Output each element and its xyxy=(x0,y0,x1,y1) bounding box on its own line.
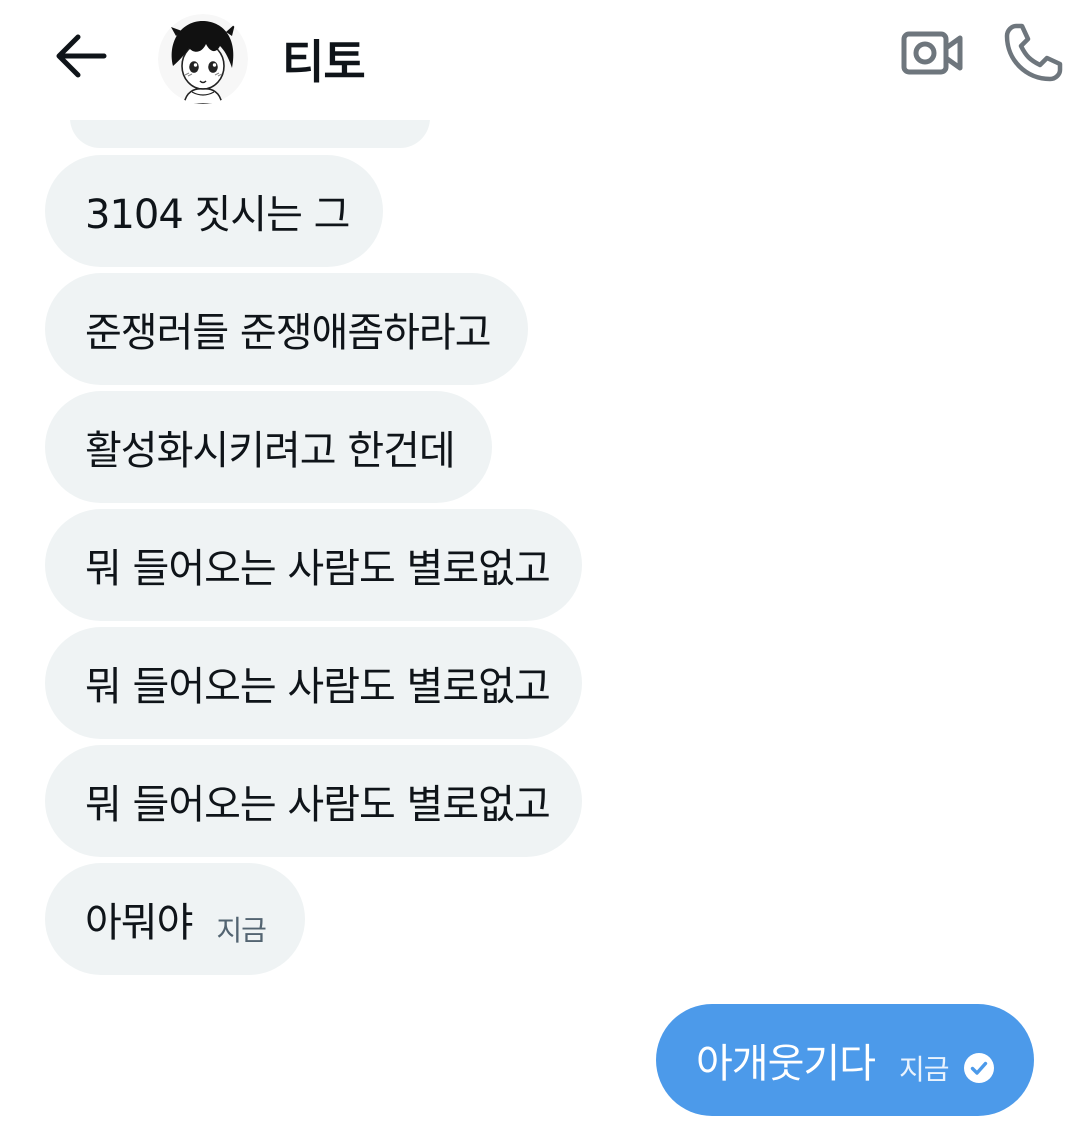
avatar-image xyxy=(158,14,248,104)
message-bubble[interactable]: 뭐 들어오는 사람도 별로없고 xyxy=(45,509,582,621)
contact-name[interactable]: 티토 xyxy=(282,26,366,92)
message-timestamp: 지금 xyxy=(899,1053,950,1086)
video-call-button[interactable] xyxy=(900,24,966,84)
conversation-header: 티토 xyxy=(0,0,1080,120)
message-text: 뭐 들어오는 사람도 별로없고 xyxy=(85,664,551,710)
sent-message-bubble[interactable]: 아개웃기다 지금 xyxy=(656,1004,1034,1116)
back-button[interactable] xyxy=(50,28,110,84)
message-bubble[interactable]: 뭐 들어오는 사람도 별로없고 xyxy=(45,627,582,739)
message-timestamp: 지금 xyxy=(216,914,267,947)
avatar[interactable] xyxy=(158,14,248,104)
message-text: 아뭐야 xyxy=(85,900,193,946)
message-bubble[interactable]: 활성화시키려고 한건데 xyxy=(45,391,492,503)
message-text: 준쟁러들 준쟁애좀하라고 xyxy=(85,310,492,356)
message-bubble[interactable]: 아뭐야 지금 xyxy=(45,863,305,975)
message-bubble[interactable]: 준쟁러들 준쟁애좀하라고 xyxy=(45,273,528,385)
message-text: 뭐 들어오는 사람도 별로없고 xyxy=(85,782,551,828)
video-call-icon xyxy=(901,31,963,75)
voice-call-button[interactable] xyxy=(1002,20,1066,84)
message-text: 뭐 들어오는 사람도 별로없고 xyxy=(85,546,551,592)
phone-icon xyxy=(1004,23,1063,82)
read-check-icon xyxy=(963,1053,994,1083)
message-text: 아개웃기다 xyxy=(696,1041,876,1087)
message-bubble[interactable]: 뭐 들어오는 사람도 별로없고 xyxy=(45,745,582,857)
message-text: 활성화시키려고 한건데 xyxy=(85,428,456,474)
message-thread[interactable]: 3104 짓시는 그 준쟁러들 준쟁애좀하라고 활성화시키려고 한건데 뭐 들어… xyxy=(0,0,1080,1122)
message-bubble[interactable]: 3104 짓시는 그 xyxy=(45,155,383,267)
back-arrow-icon xyxy=(56,34,107,78)
message-text: 3104 짓시는 그 xyxy=(85,192,350,238)
